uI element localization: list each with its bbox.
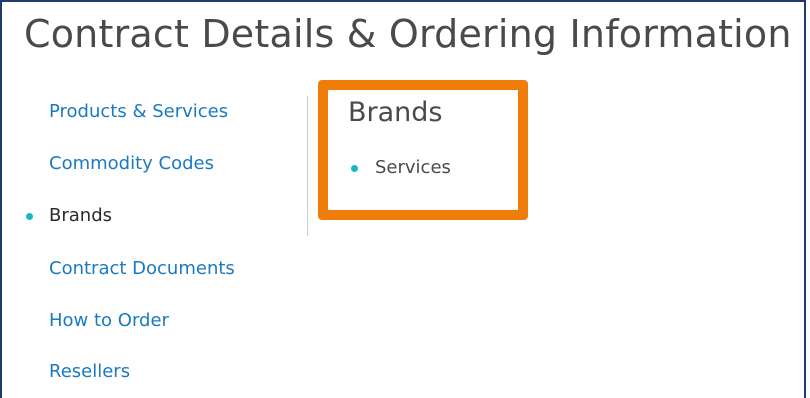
sidebar-item-label: Products & Services xyxy=(49,101,229,122)
sidebar-item-label: Brands xyxy=(49,205,112,226)
sidebar-item-products-services[interactable]: Products & Services xyxy=(49,100,228,124)
sidebar-item-label: Contract Documents xyxy=(49,258,235,279)
sidebar-item-resellers[interactable]: Resellers xyxy=(49,360,130,384)
sidebar-item-commodity-codes[interactable]: Commodity Codes xyxy=(49,152,214,176)
brand-label: Services xyxy=(375,157,451,178)
sidebar-item-how-to-order[interactable]: How to Order xyxy=(49,309,169,333)
sidebar-item-brands[interactable]: Brands xyxy=(26,204,112,228)
sidebar-item-contract-documents[interactable]: Contract Documents xyxy=(49,257,235,281)
sidebar-item-label: Commodity Codes xyxy=(49,153,214,174)
brands-heading: Brands xyxy=(348,97,443,128)
bullet-icon xyxy=(351,165,358,172)
page-title: Contract Details & Ordering Information xyxy=(24,12,792,56)
active-bullet-icon xyxy=(26,213,33,220)
sidebar-nav: Products & Services Commodity Codes Bran… xyxy=(0,86,308,396)
brand-list-item: Services xyxy=(351,156,451,180)
sidebar-divider xyxy=(307,96,308,236)
sidebar-item-label: Resellers xyxy=(49,361,131,382)
sidebar-item-label: How to Order xyxy=(49,310,169,331)
